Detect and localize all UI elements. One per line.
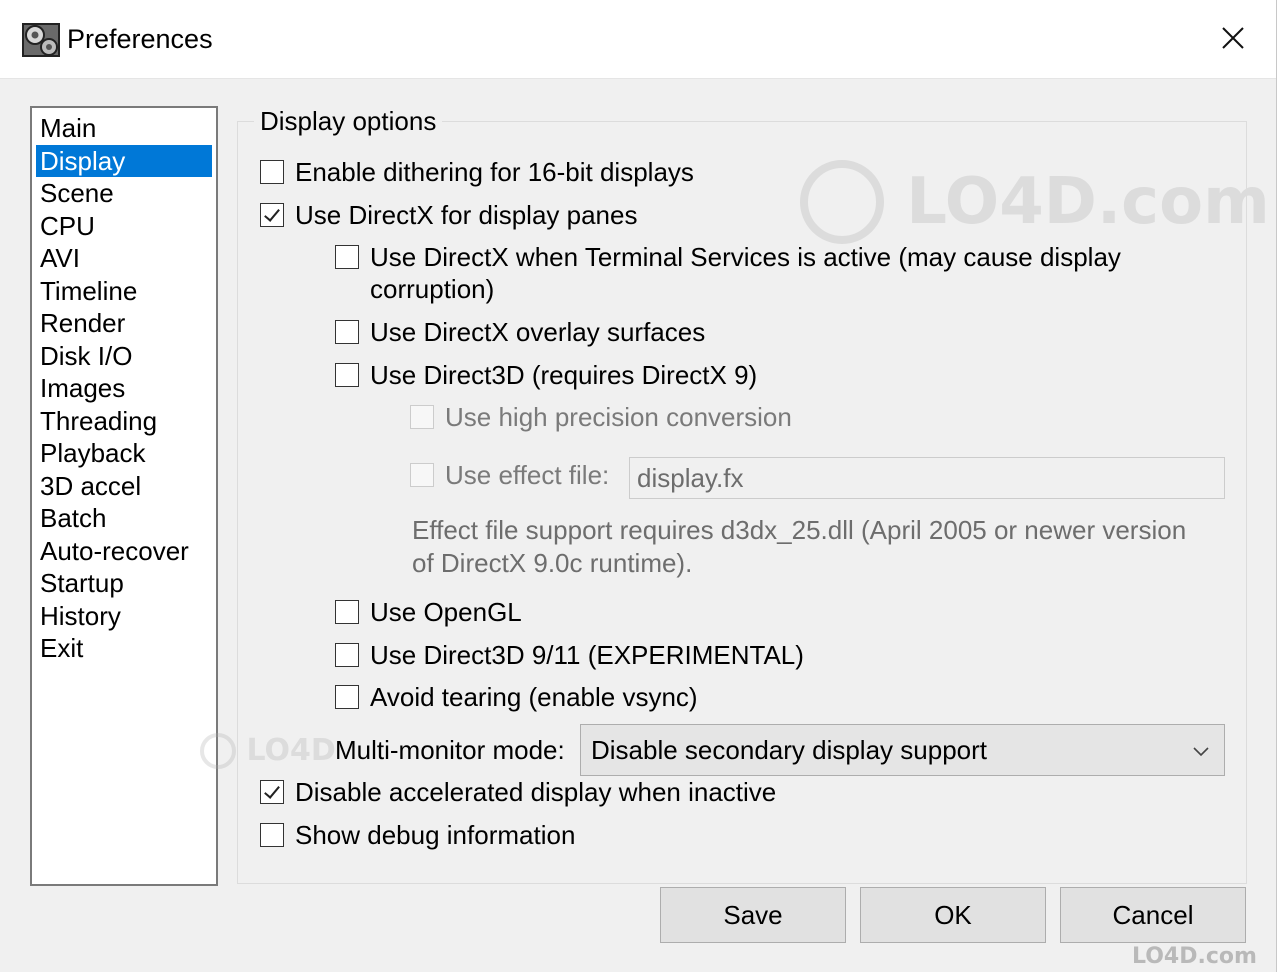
category-item-scene[interactable]: Scene <box>36 177 212 209</box>
ok-button[interactable]: OK <box>860 887 1046 943</box>
opengl-label: Use OpenGL <box>370 597 522 627</box>
multimonitor-selected-value: Disable secondary display support <box>591 735 987 765</box>
close-icon <box>1222 27 1244 49</box>
category-item-exit[interactable]: Exit <box>36 632 212 664</box>
watermark-corner-text: LO4D.com <box>1132 944 1257 969</box>
high-precision-label: Use high precision conversion <box>445 402 792 432</box>
preferences-gears-icon <box>22 23 60 57</box>
chevron-down-icon <box>1193 747 1209 757</box>
direct3d-911-label: Use Direct3D 9/11 (EXPERIMENTAL) <box>370 640 804 670</box>
category-item-startup[interactable]: Startup <box>36 567 212 599</box>
disable-inactive-label: Disable accelerated display when inactiv… <box>295 777 777 807</box>
directx-label: Use DirectX for display panes <box>295 200 638 230</box>
checkbox-box-disabled[interactable] <box>410 463 434 487</box>
direct3d-checkbox[interactable]: Use Direct3D (requires DirectX 9) <box>335 359 757 391</box>
opengl-checkbox[interactable]: Use OpenGL <box>335 596 522 628</box>
directx-overlay-label: Use DirectX overlay surfaces <box>370 317 706 347</box>
checkbox-box[interactable] <box>335 685 359 709</box>
checkbox-box[interactable] <box>260 160 284 184</box>
category-list[interactable]: Main Display Scene CPU AVI Timeline Rend… <box>30 106 218 886</box>
category-item-display[interactable]: Display <box>36 144 212 177</box>
category-item-threading[interactable]: Threading <box>36 405 212 437</box>
category-item-auto-recover[interactable]: Auto-recover <box>36 535 212 567</box>
category-item-disk-io[interactable]: Disk I/O <box>36 340 212 372</box>
checkbox-box[interactable] <box>335 245 359 269</box>
save-button[interactable]: Save <box>660 887 846 943</box>
group-title: Display options <box>254 106 443 137</box>
watermark-corner: LO4D.com <box>1132 944 1257 969</box>
directx-terminal-checkbox[interactable] <box>335 241 359 273</box>
category-item-history[interactable]: History <box>36 600 212 632</box>
checkbox-box[interactable] <box>335 600 359 624</box>
directx-checkbox[interactable]: Use DirectX for display panes <box>260 199 637 231</box>
checkbox-box-disabled[interactable] <box>410 405 434 429</box>
category-item-images[interactable]: Images <box>36 372 212 404</box>
checkbox-box[interactable] <box>260 823 284 847</box>
checkbox-box-checked[interactable] <box>260 780 284 804</box>
category-item-playback[interactable]: Playback <box>36 437 212 469</box>
vsync-label: Avoid tearing (enable vsync) <box>370 682 698 712</box>
category-item-main[interactable]: Main <box>36 112 212 144</box>
dithering-label: Enable dithering for 16-bit displays <box>295 157 694 187</box>
high-precision-checkbox[interactable]: Use high precision conversion <box>410 401 792 433</box>
multimonitor-dropdown[interactable]: Disable secondary display support <box>580 724 1225 776</box>
title-bar: Preferences <box>0 0 1277 79</box>
debug-label: Show debug information <box>295 820 576 850</box>
direct3d-label: Use Direct3D (requires DirectX 9) <box>370 360 758 390</box>
close-button[interactable] <box>1213 18 1253 58</box>
effect-file-input[interactable]: display.fx <box>629 457 1225 499</box>
checkbox-box-checked[interactable] <box>260 203 284 227</box>
category-item-3d-accel[interactable]: 3D accel <box>36 470 212 502</box>
disable-inactive-checkbox[interactable]: Disable accelerated display when inactiv… <box>260 776 776 808</box>
checkbox-box[interactable] <box>335 643 359 667</box>
multimonitor-label: Multi-monitor mode: <box>335 735 565 765</box>
checkbox-box[interactable] <box>335 320 359 344</box>
debug-checkbox[interactable]: Show debug information <box>260 819 575 851</box>
effect-file-checkbox[interactable]: Use effect file: <box>410 459 609 491</box>
direct3d-911-checkbox[interactable]: Use Direct3D 9/11 (EXPERIMENTAL) <box>335 639 804 671</box>
effect-file-label: Use effect file: <box>445 460 610 490</box>
effect-file-note: Effect file support requires d3dx_25.dll… <box>412 515 1187 578</box>
checkbox-box[interactable] <box>335 363 359 387</box>
vsync-checkbox[interactable]: Avoid tearing (enable vsync) <box>335 681 698 713</box>
window-title: Preferences <box>67 24 213 54</box>
category-item-render[interactable]: Render <box>36 307 212 339</box>
category-item-avi[interactable]: AVI <box>36 242 212 274</box>
dithering-checkbox[interactable]: Enable dithering for 16-bit displays <box>260 156 694 188</box>
directx-overlay-checkbox[interactable]: Use DirectX overlay surfaces <box>335 316 705 348</box>
category-item-cpu[interactable]: CPU <box>36 210 212 242</box>
category-item-timeline[interactable]: Timeline <box>36 275 212 307</box>
directx-terminal-label: Use DirectX when Terminal Services is ac… <box>370 242 1121 304</box>
cancel-button[interactable]: Cancel <box>1060 887 1246 943</box>
category-item-batch[interactable]: Batch <box>36 502 212 534</box>
